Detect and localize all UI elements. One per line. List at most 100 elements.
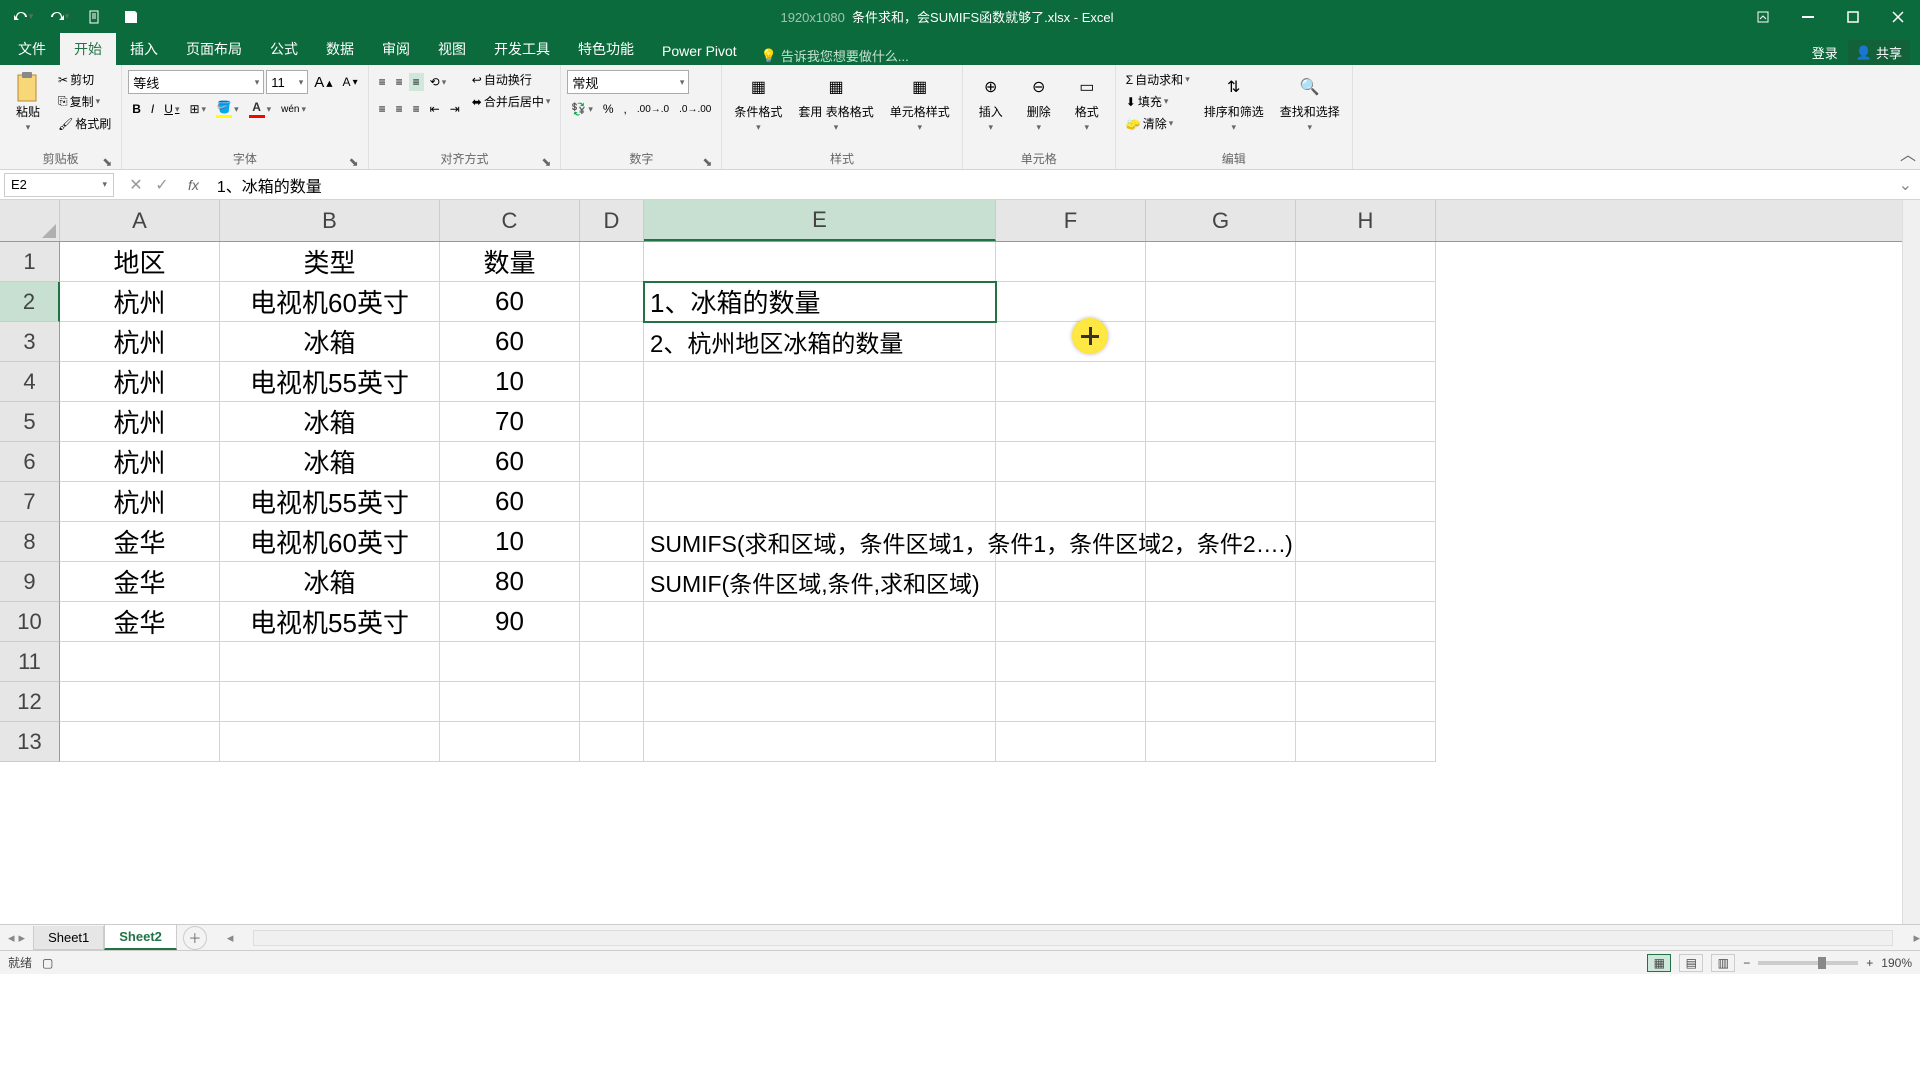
- tab-pagelayout[interactable]: 页面布局: [172, 33, 256, 65]
- cell-G8[interactable]: [1146, 522, 1296, 562]
- cell-F6[interactable]: [996, 442, 1146, 482]
- paste-button[interactable]: 粘贴▾: [6, 69, 50, 136]
- cell-G9[interactable]: [1146, 562, 1296, 602]
- fill-button[interactable]: ⬇填充▾: [1122, 91, 1194, 112]
- cell-F3[interactable]: [996, 322, 1146, 362]
- tab-special[interactable]: 特色功能: [564, 33, 648, 65]
- tab-file[interactable]: 文件: [4, 33, 60, 65]
- cell-E10[interactable]: [644, 602, 996, 642]
- col-header-B[interactable]: B: [220, 200, 440, 241]
- cell-C1[interactable]: 数量: [440, 242, 580, 282]
- enter-formula-button[interactable]: ✓: [150, 175, 174, 195]
- tab-formulas[interactable]: 公式: [256, 33, 312, 65]
- align-left-button[interactable]: ≡: [375, 100, 390, 118]
- cell-F11[interactable]: [996, 642, 1146, 682]
- cell-A9[interactable]: 金华: [60, 562, 220, 602]
- sheet-tab-1[interactable]: Sheet1: [33, 926, 104, 950]
- col-header-F[interactable]: F: [996, 200, 1146, 241]
- font-name-select[interactable]: 等线▾: [128, 70, 264, 94]
- cell-H13[interactable]: [1296, 722, 1436, 762]
- format-painter-button[interactable]: 🖌格式刷: [54, 113, 115, 134]
- row-header-11[interactable]: 11: [0, 642, 60, 682]
- expand-formula-bar-button[interactable]: ⌄: [1891, 175, 1920, 195]
- align-middle-button[interactable]: ≡: [392, 73, 407, 91]
- font-color-button[interactable]: A▾: [245, 98, 276, 120]
- zoom-level[interactable]: 190%: [1881, 956, 1912, 970]
- col-header-A[interactable]: A: [60, 200, 220, 241]
- normal-view-button[interactable]: ▦: [1647, 954, 1671, 972]
- cell-A10[interactable]: 金华: [60, 602, 220, 642]
- cell-F1[interactable]: [996, 242, 1146, 282]
- format-cells-button[interactable]: ▭格式▾: [1065, 69, 1109, 136]
- cell-C11[interactable]: [440, 642, 580, 682]
- cell-H9[interactable]: [1296, 562, 1436, 602]
- cell-H11[interactable]: [1296, 642, 1436, 682]
- sheet-nav-first-button[interactable]: ◂: [8, 930, 15, 946]
- number-format-select[interactable]: 常规▾: [567, 70, 689, 94]
- cell-B9[interactable]: 冰箱: [220, 562, 440, 602]
- autosum-button[interactable]: Σ自动求和▾: [1122, 69, 1194, 90]
- zoom-out-button[interactable]: −: [1743, 956, 1750, 970]
- zoom-in-button[interactable]: +: [1866, 956, 1873, 970]
- cell-A12[interactable]: [60, 682, 220, 722]
- format-as-table-button[interactable]: ▦套用 表格格式▾: [792, 69, 879, 136]
- undo-button[interactable]: ▾: [8, 4, 38, 29]
- select-all-button[interactable]: [0, 200, 60, 241]
- font-size-select[interactable]: 11▾: [266, 70, 308, 94]
- cell-D1[interactable]: [580, 242, 644, 282]
- maximize-button[interactable]: [1830, 0, 1875, 33]
- tab-devtools[interactable]: 开发工具: [480, 33, 564, 65]
- tab-data[interactable]: 数据: [312, 33, 368, 65]
- cell-H12[interactable]: [1296, 682, 1436, 722]
- vertical-scrollbar[interactable]: [1902, 200, 1920, 924]
- conditional-format-button[interactable]: ▦条件格式▾: [728, 69, 788, 136]
- cell-D8[interactable]: [580, 522, 644, 562]
- row-header-3[interactable]: 3: [0, 322, 60, 362]
- comma-format-button[interactable]: ,: [620, 100, 631, 118]
- cell-D4[interactable]: [580, 362, 644, 402]
- cancel-formula-button[interactable]: ✕: [124, 175, 148, 195]
- cell-H1[interactable]: [1296, 242, 1436, 282]
- cell-H7[interactable]: [1296, 482, 1436, 522]
- cell-C3[interactable]: 60: [440, 322, 580, 362]
- cell-C9[interactable]: 80: [440, 562, 580, 602]
- cell-C5[interactable]: 70: [440, 402, 580, 442]
- cell-D3[interactable]: [580, 322, 644, 362]
- sheet-nav-last-button[interactable]: ▸: [19, 930, 26, 946]
- close-button[interactable]: [1875, 0, 1920, 33]
- cell-E8[interactable]: SUMIFS(求和区域，条件区域1，条件1，条件区域2，条件2….): [644, 522, 996, 562]
- cell-B7[interactable]: 电视机55英寸: [220, 482, 440, 522]
- tab-view[interactable]: 视图: [424, 33, 480, 65]
- dialog-launcher-icon[interactable]: ⬊: [540, 155, 552, 167]
- decrease-indent-button[interactable]: ⇤: [426, 100, 444, 118]
- page-break-view-button[interactable]: ▥: [1711, 954, 1735, 972]
- name-box[interactable]: E2▾: [4, 173, 114, 197]
- cell-A6[interactable]: 杭州: [60, 442, 220, 482]
- decrease-decimal-button[interactable]: .0→.00: [675, 102, 715, 117]
- cell-B12[interactable]: [220, 682, 440, 722]
- cell-E3[interactable]: 2、杭州地区冰箱的数量: [644, 322, 996, 362]
- merge-center-button[interactable]: ⬌合并后居中▾: [468, 91, 555, 112]
- cell-E11[interactable]: [644, 642, 996, 682]
- cell-E1[interactable]: [644, 242, 996, 282]
- cell-F4[interactable]: [996, 362, 1146, 402]
- cell-G12[interactable]: [1146, 682, 1296, 722]
- increase-font-button[interactable]: A▴: [310, 72, 336, 93]
- decrease-font-button[interactable]: A▾: [339, 73, 362, 91]
- row-header-6[interactable]: 6: [0, 442, 60, 482]
- cell-C7[interactable]: 60: [440, 482, 580, 522]
- cell-F10[interactable]: [996, 602, 1146, 642]
- add-sheet-button[interactable]: ＋: [183, 926, 207, 950]
- cell-G13[interactable]: [1146, 722, 1296, 762]
- print-preview-button[interactable]: [80, 4, 110, 29]
- cell-F9[interactable]: [996, 562, 1146, 602]
- underline-button[interactable]: U▾: [160, 100, 183, 118]
- cell-A7[interactable]: 杭州: [60, 482, 220, 522]
- cell-C2[interactable]: 60: [440, 282, 580, 322]
- save-button[interactable]: [116, 4, 146, 29]
- row-header-1[interactable]: 1: [0, 242, 60, 282]
- copy-button[interactable]: ⎘复制▾: [54, 91, 115, 112]
- cell-D12[interactable]: [580, 682, 644, 722]
- tab-review[interactable]: 审阅: [368, 33, 424, 65]
- cell-E13[interactable]: [644, 722, 996, 762]
